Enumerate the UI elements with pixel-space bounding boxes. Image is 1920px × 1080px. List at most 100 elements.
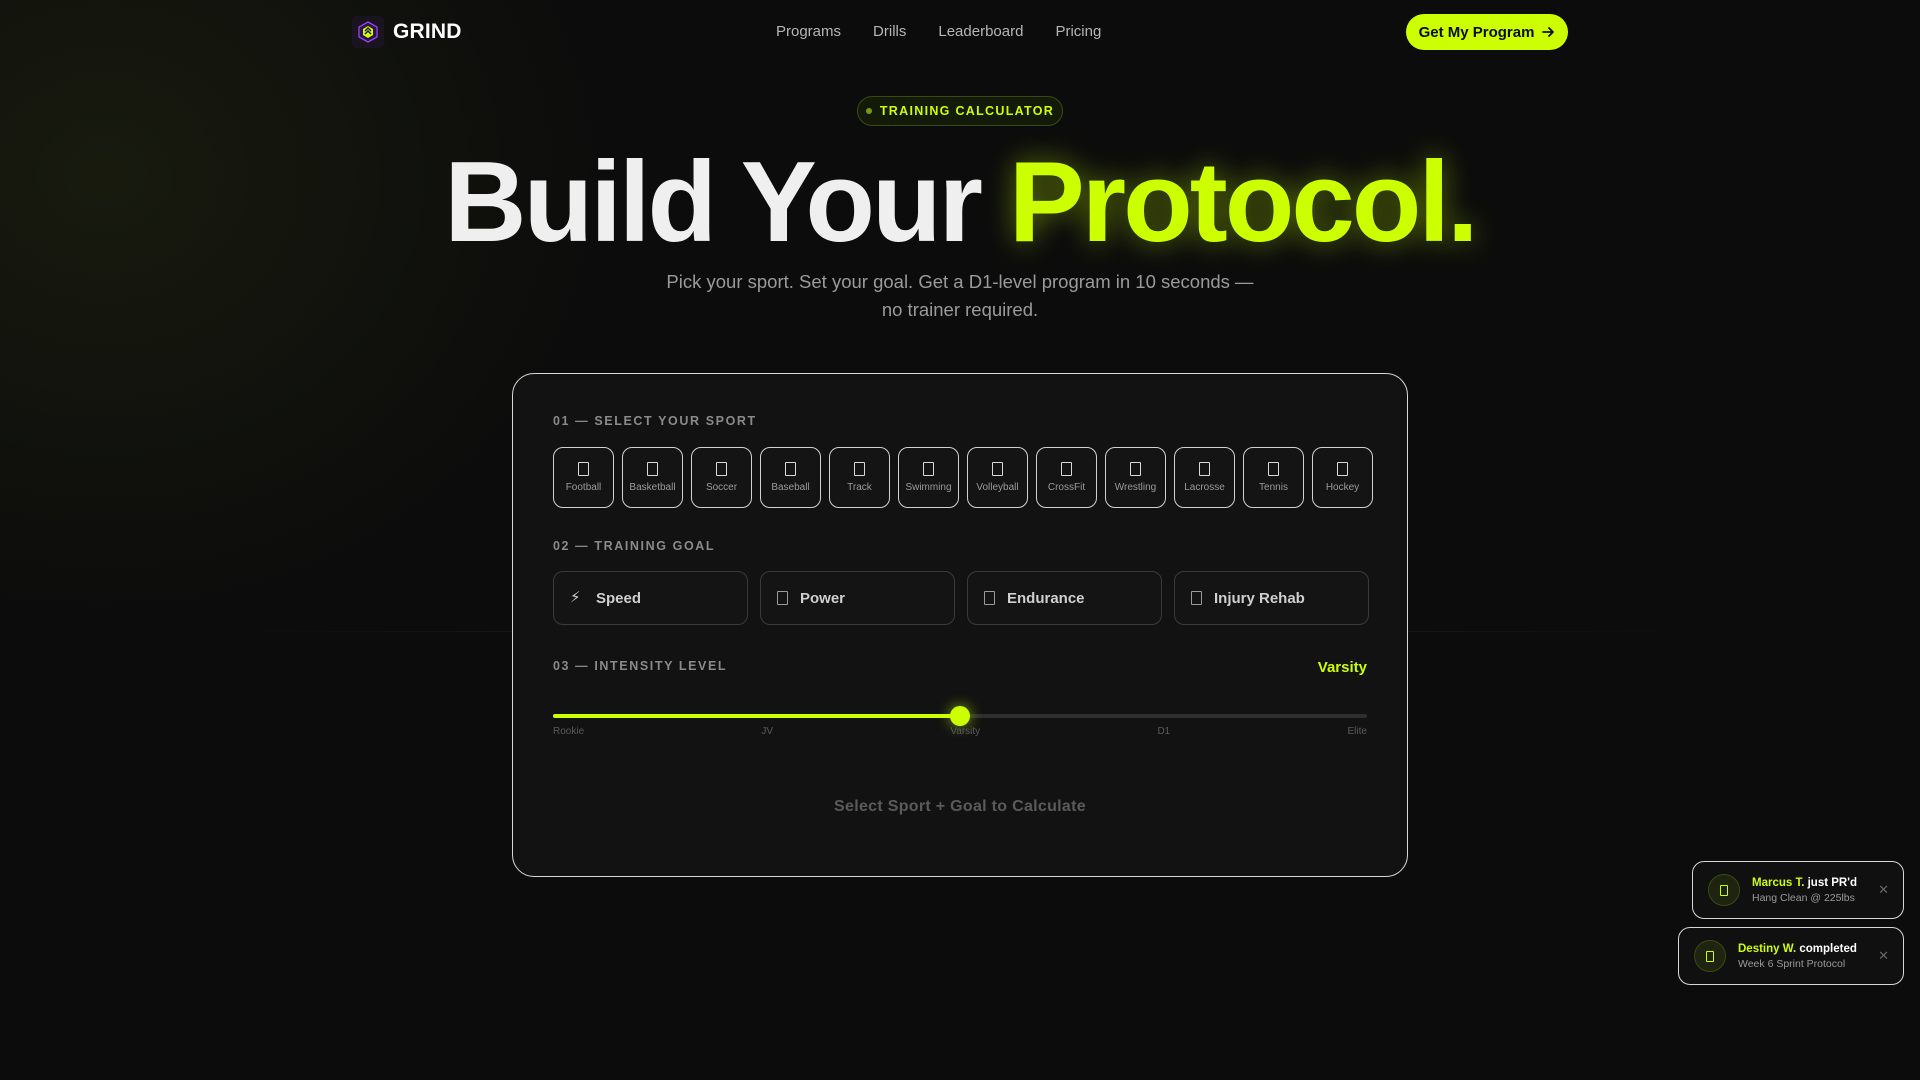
sport-option-basketball[interactable]: Basketball (622, 447, 683, 508)
hockey-icon (1337, 462, 1348, 476)
crossfit-icon (1061, 462, 1072, 476)
basketball-icon (647, 462, 658, 476)
tick-label-jv: JV (761, 726, 774, 737)
sport-option-hockey[interactable]: Hockey (1312, 447, 1373, 508)
goal-option-endurance[interactable]: Endurance (967, 571, 1162, 625)
sport-option-label: Football (565, 482, 602, 493)
sport-option-label: Basketball (629, 482, 676, 493)
sport-option-label: Hockey (1325, 482, 1360, 493)
baseball-icon (785, 462, 796, 476)
wrestling-icon (1130, 462, 1141, 476)
toast-title: Marcus T. just PR'd (1752, 877, 1857, 889)
goal-section-label: 02 — TRAINING GOAL (553, 539, 716, 553)
toast-title: Destiny W. completed (1738, 943, 1857, 955)
toast-detail: Hang Clean @ 225lbs (1752, 891, 1855, 904)
hero-subtitle: Pick your sport. Set your goal. Get a D1… (666, 271, 1254, 320)
tennis-icon (1268, 462, 1279, 476)
toast-action: just PR'd (1804, 876, 1857, 889)
goal-options: ⚡ Speed Power Endurance Injury Rehab (553, 571, 1369, 625)
intensity-value: Varsity (1317, 659, 1367, 676)
football-icon (578, 462, 589, 476)
goal-option-power[interactable]: Power (760, 571, 955, 625)
logo-mark-icon (352, 16, 384, 48)
section-badge: TRAINING CALCULATOR (857, 96, 1063, 126)
sport-option-baseball[interactable]: Baseball (760, 447, 821, 508)
tick-label-rookie: Rookie (553, 726, 585, 737)
calculate-button[interactable]: Select Sport + Goal to Calculate (513, 798, 1407, 816)
sport-options: Football Basketball Soccer Baseball Trac… (553, 447, 1373, 508)
sport-option-football[interactable]: Football (553, 447, 614, 508)
sport-option-crossfit[interactable]: CrossFit (1036, 447, 1097, 508)
hero-title-accent: Protocol. (1008, 139, 1479, 266)
sport-option-label: Track (847, 482, 872, 493)
toast-body: Destiny W. completed Week 6 Sprint Proto… (1738, 943, 1857, 970)
lacrosse-icon (1199, 462, 1210, 476)
goal-option-label: Power (800, 589, 846, 607)
badge-label: TRAINING CALCULATOR (879, 104, 1055, 118)
sport-option-label: Wrestling (1114, 482, 1157, 493)
rehab-icon (1191, 591, 1202, 605)
sport-option-volleyball[interactable]: Volleyball (967, 447, 1028, 508)
sport-option-track[interactable]: Track (829, 447, 890, 508)
get-program-button[interactable]: Get My Program (1406, 14, 1568, 50)
sport-option-label: CrossFit (1047, 482, 1086, 493)
sport-option-label: Volleyball (976, 482, 1019, 493)
nav-link-programs[interactable]: Programs (776, 23, 841, 40)
toast-body: Marcus T. just PR'd Hang Clean @ 225lbs (1752, 877, 1857, 904)
soccer-icon (716, 462, 727, 476)
intensity-slider[interactable] (553, 704, 1367, 728)
close-icon[interactable]: ✕ (1878, 948, 1889, 964)
intensity-ticks: Rookie JV Varsity D1 Elite (553, 726, 1367, 737)
activity-toast: Marcus T. just PR'd Hang Clean @ 225lbs … (1692, 861, 1904, 919)
tick-label-varsity: Varsity (950, 726, 981, 737)
activity-toast: Destiny W. completed Week 6 Sprint Proto… (1678, 927, 1904, 985)
track-icon (854, 462, 865, 476)
sport-option-soccer[interactable]: Soccer (691, 447, 752, 508)
goal-option-label: Injury Rehab (1214, 589, 1305, 607)
sport-option-wrestling[interactable]: Wrestling (1105, 447, 1166, 508)
volleyball-icon (992, 462, 1003, 476)
top-nav: GRIND Programs Drills Leaderboard Pricin… (0, 0, 1920, 64)
calculator-card: 01 — SELECT YOUR SPORT Football Basketba… (512, 373, 1408, 877)
sport-option-swimming[interactable]: Swimming (898, 447, 959, 508)
hero-title: Build Your Protocol. (0, 138, 1920, 268)
sport-option-label: Lacrosse (1184, 482, 1225, 493)
sport-option-tennis[interactable]: Tennis (1243, 447, 1304, 508)
goal-option-label: Endurance (1007, 589, 1085, 607)
nav-links: Programs Drills Leaderboard Pricing (776, 23, 1101, 40)
tick-label-d1: D1 (1157, 726, 1171, 737)
bolt-icon: ⚡ (570, 589, 581, 606)
toast-detail: Week 6 Sprint Protocol (1738, 957, 1846, 970)
sport-section-label: 01 — SELECT YOUR SPORT (553, 414, 757, 428)
nav-link-pricing[interactable]: Pricing (1055, 23, 1101, 40)
goal-option-label: Speed (596, 589, 642, 607)
get-program-label: Get My Program (1418, 23, 1535, 41)
power-icon (777, 591, 788, 605)
badge-dot-icon (865, 108, 872, 114)
brand-name: GRIND (393, 20, 462, 43)
tick-label-elite: Elite (1347, 726, 1367, 737)
brand-logo[interactable]: GRIND (352, 16, 462, 48)
trophy-icon (1708, 874, 1740, 906)
sport-option-label: Swimming (905, 482, 952, 493)
close-icon[interactable]: ✕ (1878, 882, 1889, 898)
sport-option-lacrosse[interactable]: Lacrosse (1174, 447, 1235, 508)
trophy-icon (1694, 940, 1726, 972)
slider-thumb[interactable] (950, 706, 970, 726)
goal-option-speed[interactable]: ⚡ Speed (553, 571, 748, 625)
endurance-icon (984, 591, 995, 605)
goal-option-injury-rehab[interactable]: Injury Rehab (1174, 571, 1369, 625)
sport-option-label: Baseball (771, 482, 810, 493)
nav-link-drills[interactable]: Drills (873, 23, 906, 40)
hero-title-plain: Build Your (444, 139, 1009, 266)
intensity-section-label: 03 — INTENSITY LEVEL (553, 659, 728, 673)
slider-fill (553, 714, 960, 718)
toast-user-name: Destiny W. (1738, 942, 1797, 955)
sport-option-label: Tennis (1259, 482, 1288, 493)
toast-action: completed (1796, 942, 1857, 955)
swimming-icon (923, 462, 934, 476)
sport-option-label: Soccer (705, 482, 738, 493)
arrow-right-icon (1542, 27, 1555, 37)
nav-link-leaderboard[interactable]: Leaderboard (938, 23, 1023, 40)
toast-user-name: Marcus T. (1752, 876, 1805, 889)
